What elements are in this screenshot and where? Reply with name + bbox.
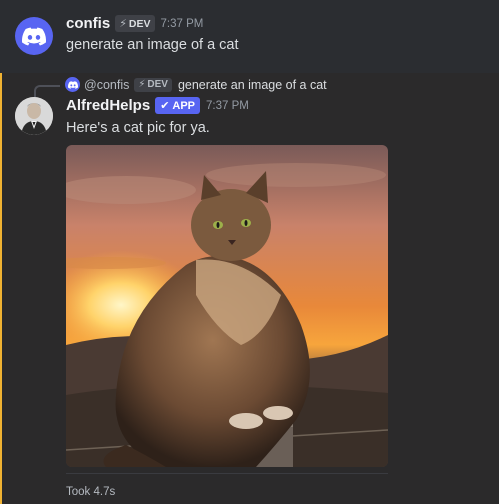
- checkmark-icon: ✔: [160, 100, 170, 112]
- reply-avatar-discord-icon: [65, 77, 80, 92]
- message-alfredhelps[interactable]: @confis ⚡ DEV generate an image of a cat…: [0, 73, 499, 504]
- timestamp[interactable]: 7:37 PM: [161, 18, 204, 30]
- message-confis[interactable]: confis ⚡ DEV 7:37 PM generate an image o…: [0, 0, 499, 73]
- discord-logo-icon: [22, 27, 46, 45]
- generation-time: Took 4.7s: [66, 486, 116, 498]
- username[interactable]: confis: [66, 15, 110, 32]
- user-avatar-discord-icon[interactable]: [15, 17, 53, 55]
- reply-username[interactable]: @confis: [84, 78, 129, 92]
- reply-text[interactable]: generate an image of a cat: [178, 78, 327, 92]
- reply-dev-badge: ⚡ DEV: [134, 77, 172, 92]
- image-attachment[interactable]: [66, 145, 388, 467]
- lightning-icon: ⚡: [119, 18, 127, 30]
- user-avatar[interactable]: [15, 97, 53, 135]
- butler-avatar-icon: [15, 97, 53, 135]
- cat-photo-icon: [66, 145, 388, 467]
- reply-preview[interactable]: @confis ⚡ DEV generate an image of a cat: [65, 77, 327, 92]
- username[interactable]: AlfredHelps: [66, 97, 150, 114]
- dev-badge-label: DEV: [128, 17, 151, 30]
- lightning-icon: ⚡: [138, 79, 146, 90]
- timestamp[interactable]: 7:37 PM: [206, 100, 249, 112]
- divider: [66, 473, 388, 474]
- reply-connector: [34, 85, 60, 97]
- message-header: AlfredHelps ✔ APP 7:37 PM: [66, 97, 249, 114]
- app-badge-label: APP: [172, 99, 196, 112]
- dev-badge: ⚡ DEV: [115, 15, 155, 32]
- message-text: generate an image of a cat: [66, 37, 239, 53]
- chat-view: confis ⚡ DEV 7:37 PM generate an image o…: [0, 0, 499, 504]
- message-text: Here's a cat pic for ya.: [66, 120, 210, 136]
- message-header: confis ⚡ DEV 7:37 PM: [66, 15, 203, 32]
- app-badge: ✔ APP: [155, 97, 201, 114]
- reply-dev-badge-label: DEV: [147, 79, 168, 90]
